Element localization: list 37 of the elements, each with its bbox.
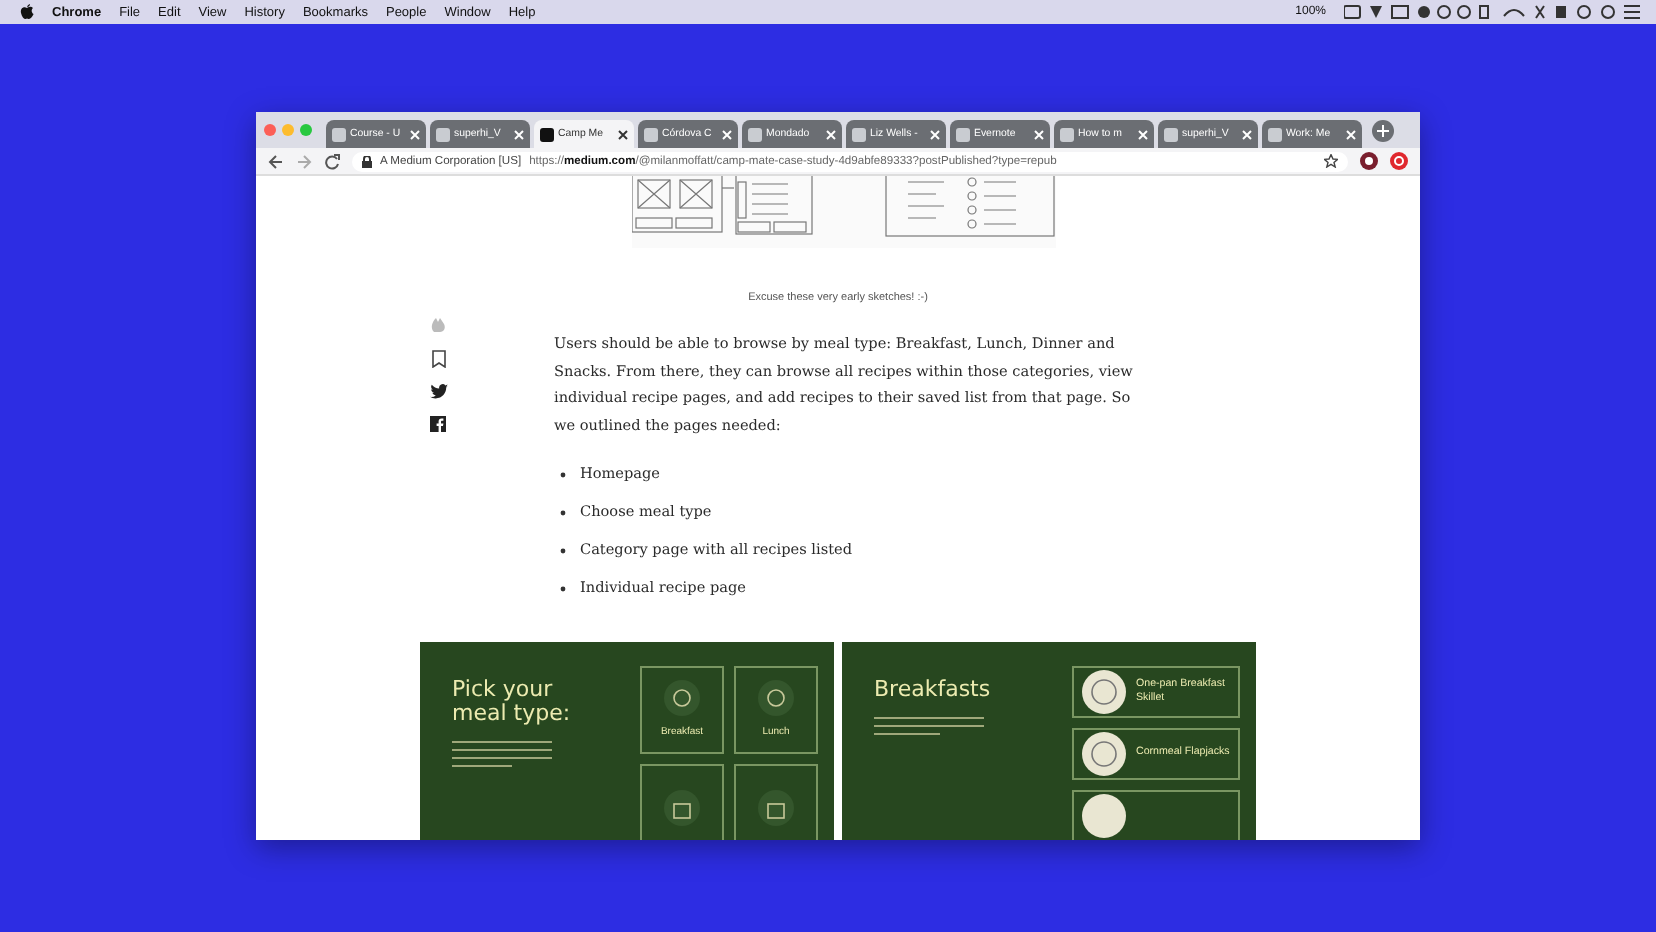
pot-icon — [664, 789, 700, 826]
favicon-icon — [748, 127, 762, 141]
bullet-icon — [560, 585, 566, 592]
mockup-title: Pick your meal type: — [452, 673, 573, 726]
favicon-icon — [1164, 127, 1178, 141]
meal-icon — [664, 680, 700, 717]
back-icon[interactable] — [268, 153, 284, 169]
meal-icon — [758, 680, 794, 717]
bullet-icon — [560, 547, 566, 554]
star-icon[interactable] — [1324, 154, 1338, 168]
apple-icon[interactable] — [20, 4, 34, 20]
favicon-icon — [436, 127, 450, 141]
bullet-icon — [560, 509, 566, 516]
dish-icon — [1082, 669, 1126, 714]
favicon-icon — [956, 127, 970, 141]
meal-tile[interactable] — [734, 763, 818, 840]
close-icon[interactable] — [618, 129, 628, 139]
facebook-icon[interactable] — [430, 416, 446, 432]
reload-icon[interactable] — [324, 153, 340, 169]
lock-icon — [362, 155, 372, 167]
dish-icon — [1082, 731, 1126, 776]
status-icons-drawing[interactable] — [1344, 4, 1644, 20]
favicon-icon — [540, 127, 554, 141]
dish-icon — [1082, 793, 1126, 838]
favicon-icon — [1268, 127, 1282, 141]
bullet-icon — [560, 471, 566, 478]
favicon-icon — [644, 127, 658, 141]
favicon-icon — [332, 127, 346, 141]
favicon-icon — [852, 127, 866, 141]
pot-icon — [758, 789, 794, 826]
meal-tile[interactable] — [640, 763, 724, 840]
bookmark-icon[interactable] — [431, 350, 445, 368]
twitter-icon[interactable] — [429, 384, 447, 400]
mockup-title: Breakfasts — [874, 673, 993, 702]
new-tab-icon[interactable] — [1372, 119, 1394, 141]
favicon-icon — [1060, 127, 1074, 141]
recipe-card[interactable] — [1072, 789, 1240, 840]
